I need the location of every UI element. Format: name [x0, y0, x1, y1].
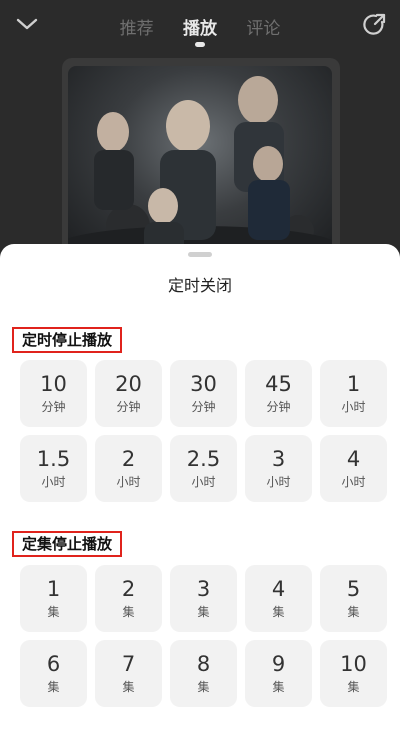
time-option[interactable]: 45 分钟 [245, 360, 312, 427]
tab-recommend[interactable]: 推荐 [120, 14, 154, 39]
time-option[interactable]: 3 小时 [245, 435, 312, 502]
time-option[interactable]: 2 小时 [95, 435, 162, 502]
time-option[interactable]: 4 小时 [320, 435, 387, 502]
time-option[interactable]: 1.5 小时 [20, 435, 87, 502]
time-option-unit: 分钟 [266, 400, 291, 414]
episode-option[interactable]: 5集 [320, 565, 387, 632]
time-option-unit: 分钟 [116, 400, 141, 414]
share-icon[interactable] [362, 12, 388, 38]
episode-option-unit: 集 [197, 605, 210, 619]
time-option-unit: 小时 [341, 400, 366, 414]
episode-option-unit: 集 [47, 680, 60, 694]
time-option-unit: 小时 [41, 475, 66, 489]
episode-option-value: 3 [196, 577, 211, 601]
cover-artwork [68, 76, 332, 256]
timer-bottom-sheet: 定时关闭 定时停止播放 10 分钟 20 分钟 30 分钟 45 分钟 1 小时 1.5 小时 2 小时 2… [0, 244, 400, 738]
time-option-value: 3 [271, 447, 286, 471]
time-option-value: 4 [346, 447, 361, 471]
episode-option-value: 2 [121, 577, 136, 601]
time-option-unit: 小时 [341, 475, 366, 489]
episode-option-value: 10 [340, 652, 367, 676]
time-option[interactable]: 20 分钟 [95, 360, 162, 427]
section-label-time: 定时停止播放 [12, 327, 123, 353]
episode-option[interactable]: 4集 [245, 565, 312, 632]
drag-handle[interactable] [188, 252, 212, 257]
episode-option[interactable]: 8集 [170, 640, 237, 707]
time-option[interactable]: 30 分钟 [170, 360, 237, 427]
episode-option-unit: 集 [122, 605, 135, 619]
episode-option[interactable]: 10 集 [320, 640, 387, 707]
episode-option[interactable]: 9集 [245, 640, 312, 707]
time-option-value: 1.5 [36, 447, 71, 471]
tab-playing-label: 播放 [183, 19, 217, 39]
episode-option[interactable]: 6集 [20, 640, 87, 707]
episode-option-unit: 集 [197, 680, 210, 694]
cover-image[interactable] [68, 66, 332, 256]
time-option-value: 10 [40, 372, 67, 396]
tab-playing[interactable]: 播放 [183, 14, 217, 47]
tab-comments[interactable]: 评论 [246, 14, 280, 39]
time-option-value: 1 [346, 372, 361, 396]
sheet-title: 定时关闭 [167, 276, 232, 295]
episode-option-unit: 集 [122, 680, 135, 694]
episode-option-value: 6 [46, 652, 61, 676]
time-option-value: 30 [190, 372, 217, 396]
time-option-value: 2.5 [186, 447, 221, 471]
time-option-value: 2 [121, 447, 136, 471]
episode-option-value: 4 [271, 577, 286, 601]
active-tab-indicator [195, 42, 205, 47]
episode-option-value: 8 [196, 652, 211, 676]
time-option-unit: 小时 [191, 475, 216, 489]
episode-option[interactable]: 3集 [170, 565, 237, 632]
episode-option[interactable]: 1集 [20, 565, 87, 632]
episode-option-unit: 集 [47, 605, 60, 619]
episode-option-value: 5 [346, 577, 361, 601]
episode-option-unit: 集 [347, 605, 360, 619]
episode-option-value: 9 [271, 652, 286, 676]
top-bar: 推荐 播放 评论 [0, 0, 400, 56]
episode-option-value: 7 [121, 652, 136, 676]
time-option-unit: 分钟 [191, 400, 216, 414]
time-option-value: 45 [265, 372, 292, 396]
episode-option-unit: 集 [347, 680, 360, 694]
tab-bar: 推荐 播放 评论 [0, 14, 400, 47]
time-option[interactable]: 10 分钟 [20, 360, 87, 427]
section-label-episode: 定集停止播放 [12, 531, 123, 557]
episode-option-value: 1 [46, 577, 61, 601]
episode-option-unit: 集 [272, 680, 285, 694]
episode-option-unit: 集 [272, 605, 285, 619]
time-option-unit: 小时 [116, 475, 141, 489]
time-option-unit: 小时 [266, 475, 291, 489]
episode-option[interactable]: 7集 [95, 640, 162, 707]
time-option[interactable]: 1 小时 [320, 360, 387, 427]
episode-option[interactable]: 2集 [95, 565, 162, 632]
time-option-value: 20 [115, 372, 142, 396]
time-option-unit: 分钟 [41, 400, 66, 414]
time-option[interactable]: 2.5 小时 [170, 435, 237, 502]
